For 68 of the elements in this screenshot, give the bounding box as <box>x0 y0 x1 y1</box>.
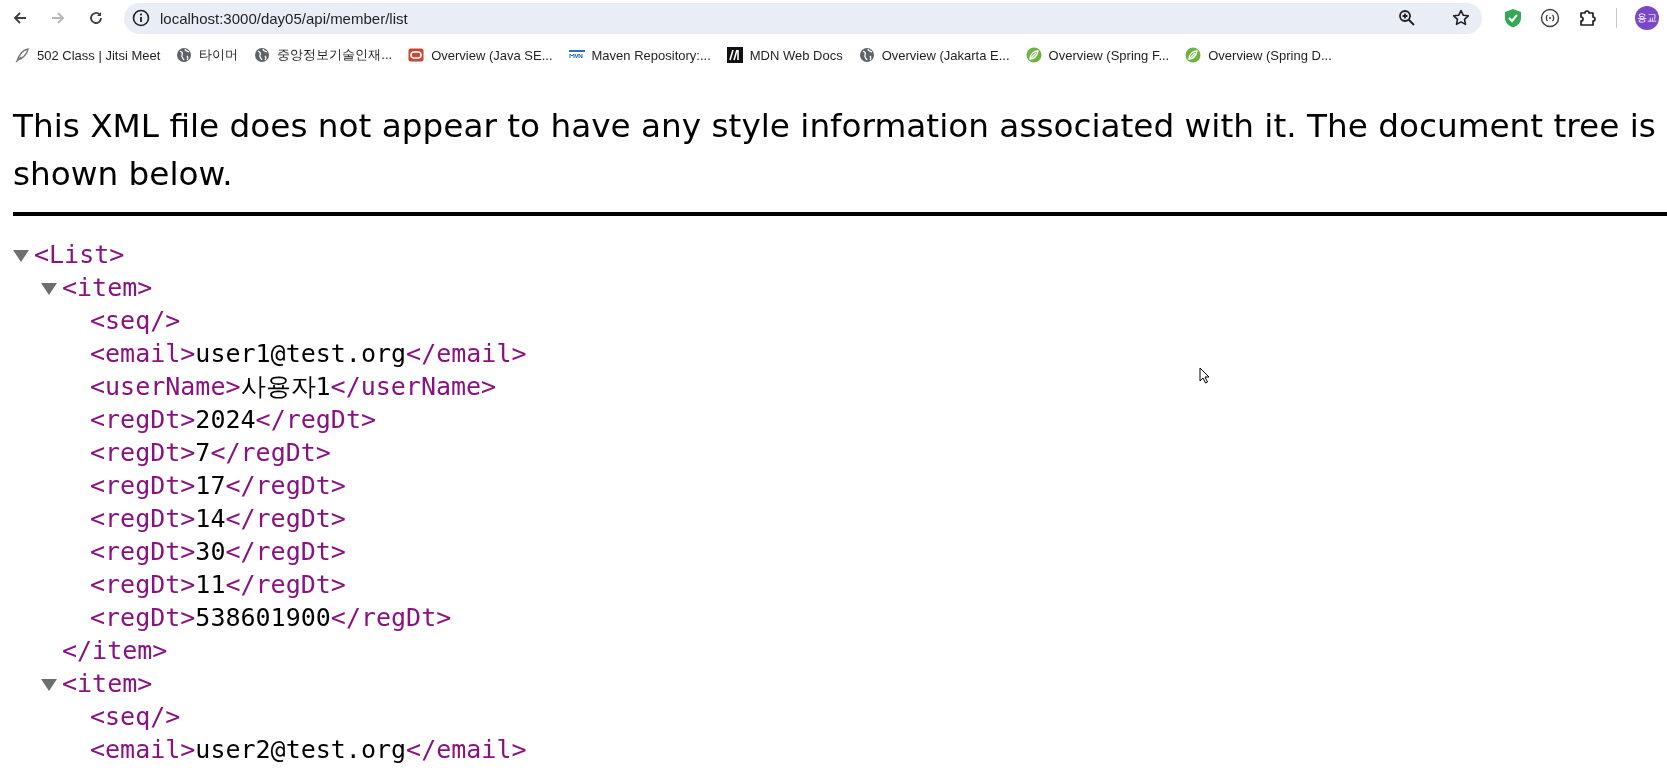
bookmark[interactable]: Overview (Spring D... <box>1177 43 1340 67</box>
xml-tag: </item> <box>62 636 168 665</box>
xml-tag: </regDt> <box>225 471 346 500</box>
extensions-puzzle-icon[interactable] <box>1578 8 1598 28</box>
leaf-icon <box>1185 47 1202 63</box>
xml-tag: </userName> <box>330 372 497 401</box>
xml-tag: </regDt> <box>225 537 346 566</box>
bookmark[interactable]: 타이머 <box>168 42 247 68</box>
xml-tag: </email> <box>406 735 527 764</box>
xml-tag: </regDt> <box>330 603 452 632</box>
xml-tag: <userName> <box>90 372 241 401</box>
xml-tag: <List> <box>34 240 125 269</box>
xml-value: 11 <box>195 570 226 599</box>
bookmark[interactable]: Overview (Java SE... <box>400 43 561 67</box>
xml-value: user1@test.org <box>195 339 407 368</box>
xml-tag: </regDt> <box>210 438 331 467</box>
xml-tag: <seq/> <box>90 702 181 731</box>
globe-icon <box>254 47 271 63</box>
xml-tag: <regDt> <box>90 504 196 533</box>
xml-tag: <item> <box>62 273 153 302</box>
star-icon[interactable] <box>1452 9 1470 27</box>
xml-value: 7 <box>195 438 211 467</box>
collapse-triangle-icon[interactable] <box>41 280 57 295</box>
xml-tag: <regDt> <box>90 537 196 566</box>
bookmark[interactable]: Maven Repository:... <box>560 43 719 67</box>
xml-tag: <regDt> <box>90 570 196 599</box>
xml-notice: This XML file does not appear to have any style information associated with it. The document tree is shown below. <box>13 106 1657 195</box>
bookmark[interactable]: 중앙정보기술인재... <box>246 42 401 68</box>
xml-value: 30 <box>195 537 226 566</box>
bookmark[interactable]: Overview (Jakarta E... <box>850 43 1018 67</box>
xml-tag: </regDt> <box>255 405 376 434</box>
xml-value: 538601900 <box>195 603 331 632</box>
bookmark[interactable]: 502 Class | Jitsi Meet <box>6 43 169 67</box>
mouse-cursor-icon <box>1199 367 1210 384</box>
mdn-icon <box>726 47 743 63</box>
xml-tag: </regDt> <box>225 570 346 599</box>
xml-tag: <regDt> <box>90 438 196 467</box>
xml-tag: <regDt> <box>90 405 196 434</box>
extension-circle-icon[interactable] <box>1540 8 1560 28</box>
xml-tag: </regDt> <box>225 504 346 533</box>
globe-icon <box>858 47 875 63</box>
site-info-icon[interactable] <box>132 9 150 27</box>
profile-avatar[interactable]: 용교 <box>1635 6 1659 30</box>
xml-tag: <regDt> <box>90 471 196 500</box>
reload-icon <box>88 10 104 26</box>
xml-tag: <item> <box>62 669 153 698</box>
zoom-icon[interactable] <box>1398 9 1416 27</box>
xml-tag: <regDt> <box>90 603 196 632</box>
forward-arrow-icon <box>50 10 66 26</box>
collapse-triangle-icon[interactable] <box>13 247 29 262</box>
xml-tag: <email> <box>90 339 196 368</box>
xml-tag: </email> <box>406 339 527 368</box>
bookmark[interactable]: MDN Web Docs <box>718 43 851 67</box>
xml-tag: <email> <box>90 735 196 764</box>
xml-value: user2@test.org <box>195 735 407 764</box>
collapse-triangle-icon[interactable] <box>41 676 57 691</box>
xml-value: 14 <box>195 504 226 533</box>
xml-value: 2024 <box>195 405 256 434</box>
feather-icon <box>14 47 30 63</box>
oracle-ring-icon <box>408 47 425 63</box>
shield-icon[interactable] <box>1504 8 1522 28</box>
xml-tag: <seq/> <box>90 306 181 335</box>
bookmark[interactable]: Overview (Spring F... <box>1017 43 1178 67</box>
back-arrow-icon <box>12 10 28 26</box>
xml-value: 사용자1 <box>240 371 331 403</box>
leaf-icon <box>1025 47 1042 63</box>
globe-icon <box>176 47 193 63</box>
xml-value: 17 <box>195 471 226 500</box>
